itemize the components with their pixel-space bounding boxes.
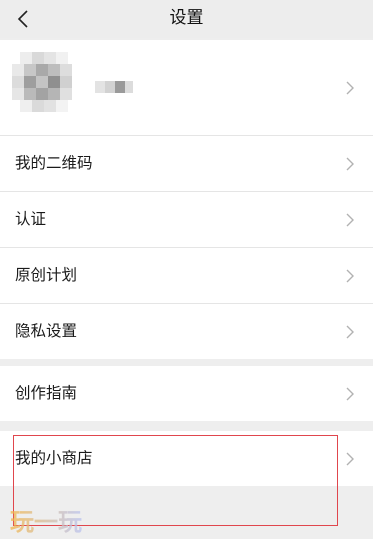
watermark-text: 玩一玩	[10, 508, 82, 536]
chevron-right-icon	[346, 81, 354, 94]
settings-item-label: 认证	[15, 210, 47, 228]
chevron-right-icon	[346, 157, 354, 170]
page-title: 设置	[169, 8, 204, 28]
watermark-logo: 玩一玩	[10, 508, 82, 536]
settings-item-label: 我的小商店	[15, 449, 93, 467]
settings-item-privacy[interactable]: 隐私设置	[0, 304, 373, 359]
chevron-right-icon	[346, 452, 354, 465]
chevron-right-icon	[346, 387, 354, 400]
settings-item-certification[interactable]: 认证	[0, 192, 373, 248]
chevron-right-icon	[346, 325, 354, 338]
nickname-blurred	[95, 81, 133, 93]
settings-item-my-shop[interactable]: 我的小商店	[0, 431, 373, 486]
avatar	[10, 50, 80, 120]
chevron-right-icon	[346, 269, 354, 282]
settings-item-qrcode[interactable]: 我的二维码	[0, 136, 373, 192]
shop-group: 我的小商店	[0, 431, 373, 486]
settings-item-creation-guide[interactable]: 创作指南	[0, 366, 373, 421]
settings-item-label: 创作指南	[15, 384, 78, 402]
creator-group: 创作指南	[0, 366, 373, 421]
chevron-right-icon	[346, 213, 354, 226]
settings-item-original-plan[interactable]: 原创计划	[0, 248, 373, 304]
settings-item-label: 我的二维码	[15, 154, 93, 172]
navbar: 设置	[0, 0, 373, 38]
settings-item-label: 原创计划	[15, 266, 78, 284]
settings-item-label: 隐私设置	[15, 322, 78, 340]
